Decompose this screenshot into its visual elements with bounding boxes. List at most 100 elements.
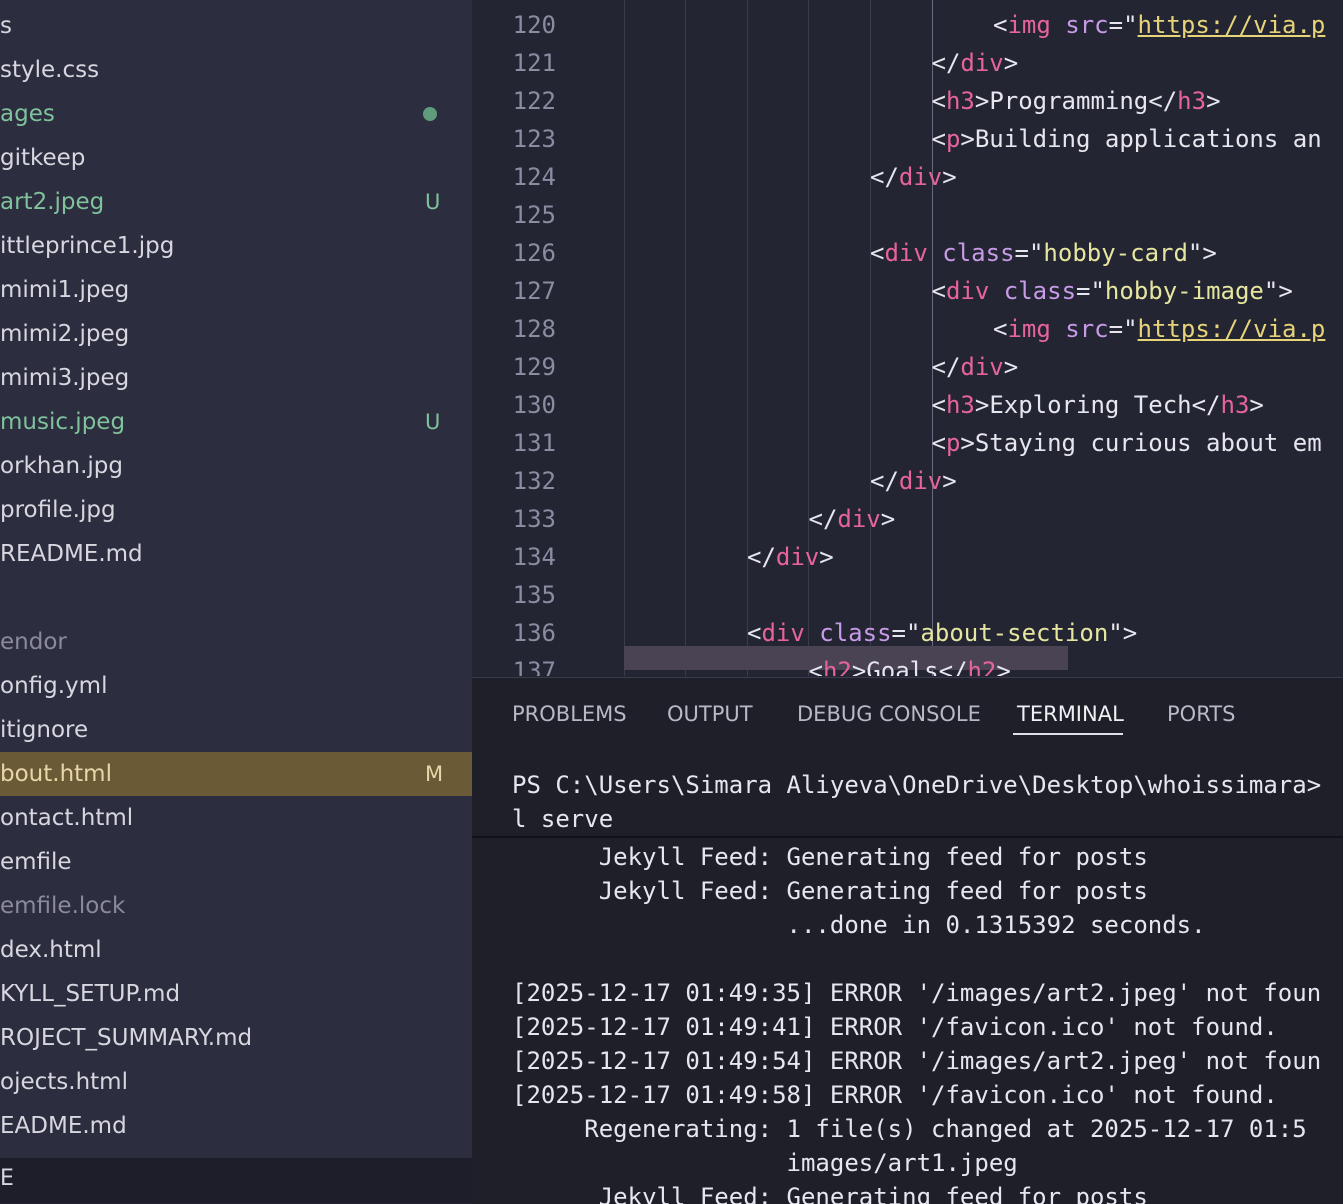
file-item[interactable]: itignore <box>0 708 472 752</box>
code-text: <img src="https://via.p <box>993 315 1326 343</box>
line-number: 122 <box>512 87 556 115</box>
code-line[interactable]: 136 <div class="about-section"> <box>472 614 1343 652</box>
line-number: 133 <box>512 505 556 533</box>
line-number: 123 <box>512 125 556 153</box>
file-name: profile.jpg <box>0 497 116 523</box>
file-item[interactable]: KYLL_SETUP.md <box>0 972 472 1016</box>
file-item[interactable]: style.css <box>0 48 472 92</box>
terminal-output-line: images/art1.jpeg <box>512 1149 1018 1177</box>
tab-problems[interactable]: PROBLEMS <box>512 702 627 726</box>
file-item[interactable]: orkhan.jpg <box>0 444 472 488</box>
file-item[interactable]: emfile.lock <box>0 884 472 928</box>
code-line[interactable]: 132 </div> <box>472 462 1343 500</box>
tab-ports[interactable]: PORTS <box>1167 702 1235 726</box>
code-text: </div> <box>870 163 957 191</box>
terminal-output-line: [2025-12-17 01:49:54] ERROR '/images/art… <box>512 1047 1322 1075</box>
code-line[interactable]: 127 <div class="hobby-image"> <box>472 272 1343 310</box>
file-name: bout.html <box>0 761 112 787</box>
file-name: ontact.html <box>0 805 134 831</box>
file-name: orkhan.jpg <box>0 453 123 479</box>
file-item[interactable]: EADME.md <box>0 1104 472 1148</box>
file-item[interactable]: ROJECT_SUMMARY.md <box>0 1016 472 1060</box>
file-name: onfig.yml <box>0 673 108 699</box>
file-item[interactable]: README.md <box>0 532 472 576</box>
terminal-prompt-line: PS C:\Users\Simara Aliyeva\OneDrive\Desk… <box>512 771 1322 799</box>
code-line[interactable]: 133 </div> <box>472 500 1343 538</box>
code-text: <h2>Goals</h2> <box>808 657 1011 676</box>
code-line[interactable]: 134 </div> <box>472 538 1343 576</box>
file-item[interactable]: gitkeep <box>0 136 472 180</box>
code-editor[interactable]: 120 <img src="https://via.p 121 </div> 122 <h… <box>472 0 1343 676</box>
file-item[interactable]: ontact.html <box>0 796 472 840</box>
file-name: gitkeep <box>0 145 86 171</box>
tab-output[interactable]: OUTPUT <box>667 702 753 726</box>
code-line[interactable]: 137 <h2>Goals</h2> <box>472 652 1343 676</box>
file-item[interactable]: mimi3.jpeg <box>0 356 472 400</box>
terminal-output-line: Regenerating: 1 file(s) changed at 2025-… <box>512 1115 1307 1143</box>
code-line[interactable]: 121 </div> <box>472 44 1343 82</box>
git-status-badge: U <box>425 410 441 434</box>
file-item[interactable]: ages <box>0 92 472 136</box>
code-line[interactable]: 130 <h3>Exploring Tech</h3> <box>472 386 1343 424</box>
file-item[interactable]: art2.jpeg U <box>0 180 472 224</box>
tab-terminal[interactable]: TERMINAL <box>1017 702 1124 726</box>
code-text: <div class="hobby-card"> <box>870 239 1217 267</box>
file-item[interactable]: onfig.yml <box>0 664 472 708</box>
file-item[interactable]: ittleprince1.jpg <box>0 224 472 268</box>
file-name: mimi2.jpeg <box>0 321 130 347</box>
code-line[interactable]: 126 <div class="hobby-card"> <box>472 234 1343 272</box>
file-item[interactable]: emfile <box>0 840 472 884</box>
file-item[interactable]: mimi2.jpeg <box>0 312 472 356</box>
terminal-prompt-line: l serve <box>512 805 614 833</box>
code-line[interactable]: 122 <h3>Programming</h3> <box>472 82 1343 120</box>
code-text: <h3>Programming</h3> <box>931 87 1221 115</box>
code-line[interactable]: 129 </div> <box>472 348 1343 386</box>
code-text: </div> <box>870 467 957 495</box>
file-item[interactable]: dex.html <box>0 928 472 972</box>
code-line[interactable]: 125 <box>472 196 1343 234</box>
tab-debug-console[interactable]: DEBUG CONSOLE <box>797 702 981 726</box>
bottom-panel: PROBLEMS OUTPUT DEBUG CONSOLE TERMINAL PORTS… <box>472 677 1343 1204</box>
file-name: dex.html <box>0 937 102 963</box>
file-item[interactable]: music.jpeg U <box>0 400 472 444</box>
file-name: s <box>0 13 12 39</box>
terminal-output-line: Jekyll Feed: Generating feed for posts <box>512 1183 1148 1204</box>
file-name: music.jpeg <box>0 409 126 435</box>
file-name: KYLL_SETUP.md <box>0 981 181 1007</box>
terminal-output-line: [2025-12-17 01:49:41] ERROR '/favicon.ic… <box>512 1013 1278 1041</box>
code-line[interactable]: 135 <box>472 576 1343 614</box>
line-number: 126 <box>512 239 556 267</box>
file-name: README.md <box>0 541 143 567</box>
file-name: mimi3.jpeg <box>0 365 130 391</box>
terminal-output-line: [2025-12-17 01:49:35] ERROR '/images/art… <box>512 979 1322 1007</box>
code-line[interactable]: 128 <img src="https://via.p <box>472 310 1343 348</box>
line-number: 120 <box>512 11 556 39</box>
file-name: style.css <box>0 57 100 83</box>
file-name: ojects.html <box>0 1069 128 1095</box>
code-text: <img src="https://via.p <box>993 11 1326 39</box>
terminal-output-line: [2025-12-17 01:49:58] ERROR '/favicon.ic… <box>512 1081 1278 1109</box>
code-line[interactable]: 120 <img src="https://via.p <box>472 6 1343 44</box>
file-item[interactable]: ojects.html <box>0 1060 472 1104</box>
file-name: art2.jpeg <box>0 189 105 215</box>
file-item[interactable]: mimi1.jpeg <box>0 268 472 312</box>
file-name: ages <box>0 101 55 127</box>
file-item[interactable]: bout.html M <box>0 752 472 796</box>
code-text: </div> <box>808 505 896 533</box>
code-text: <p>Building applications an <box>931 125 1322 153</box>
code-line[interactable]: 131 <p>Staying curious about em <box>472 424 1343 462</box>
line-number: 130 <box>512 391 556 419</box>
code-text: </div> <box>747 543 834 571</box>
line-number: 136 <box>512 619 556 647</box>
terminal-output-line: ...done in 0.1315392 seconds. <box>512 911 1206 939</box>
file-item[interactable]: endor <box>0 620 472 664</box>
file-name: ROJECT_SUMMARY.md <box>0 1025 253 1051</box>
line-number: 124 <box>512 163 556 191</box>
code-text: </div> <box>931 49 1019 77</box>
code-line[interactable]: 123 <p>Building applications an <box>472 120 1343 158</box>
code-line[interactable]: 124 </div> <box>472 158 1343 196</box>
file-name: endor <box>0 629 67 655</box>
terminal-output-line: Jekyll Feed: Generating feed for posts <box>512 877 1148 905</box>
file-item[interactable]: profile.jpg <box>0 488 472 532</box>
file-item[interactable]: s <box>0 4 472 48</box>
